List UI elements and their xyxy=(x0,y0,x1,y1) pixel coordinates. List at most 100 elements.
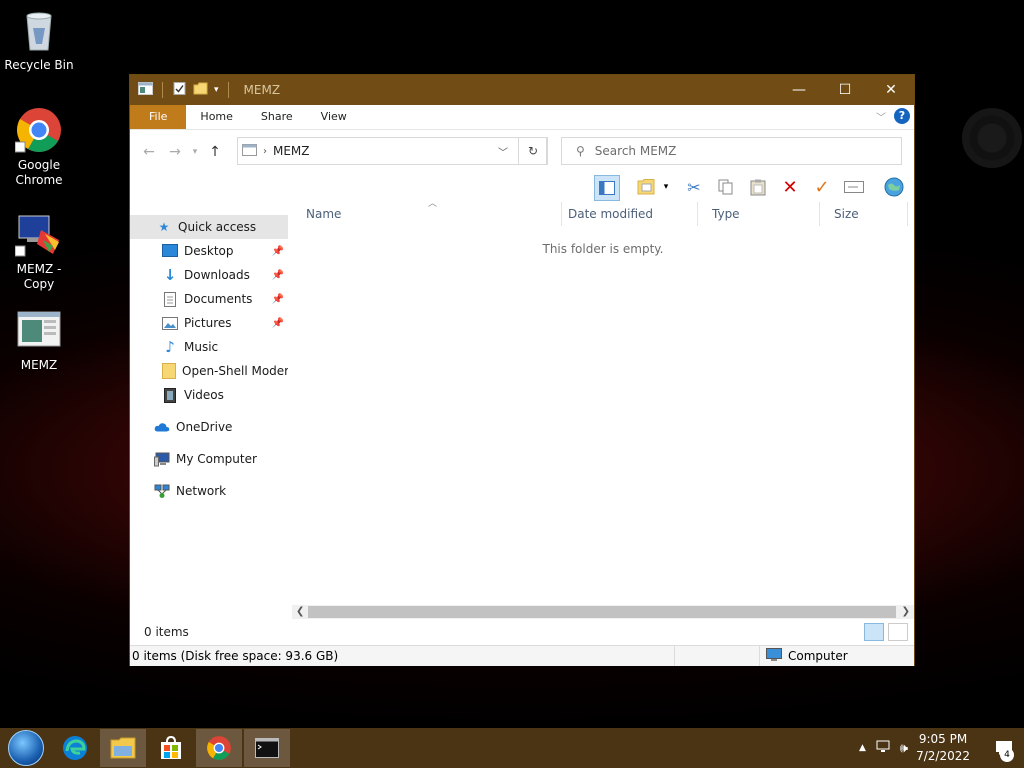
taskbar-command-prompt[interactable] xyxy=(244,729,290,767)
taskbar-edge[interactable] xyxy=(52,729,98,767)
nav-network[interactable]: Network xyxy=(130,479,288,503)
clock[interactable]: 9:05 PM 7/2/2022 xyxy=(916,731,970,765)
search-input[interactable]: ⚲ Search MEMZ xyxy=(561,137,902,165)
nav-label: Pictures xyxy=(184,316,232,330)
location-label: Computer xyxy=(788,649,848,663)
column-headers: ︿ Name Date modified Type Size xyxy=(292,199,914,226)
address-dropdown-icon[interactable]: ﹀ xyxy=(498,144,508,159)
new-folder-icon[interactable] xyxy=(193,82,208,98)
pin-icon[interactable]: 📌 xyxy=(272,270,284,281)
command-toolbar: ▾ ✂ ✕ ✓ xyxy=(130,174,914,202)
command-prompt-icon xyxy=(255,738,279,758)
nav-label: Downloads xyxy=(184,268,250,282)
memz-icon xyxy=(15,306,63,354)
search-placeholder: Search MEMZ xyxy=(594,144,677,158)
film-icon xyxy=(162,387,178,403)
up-button[interactable]: ↑ xyxy=(202,144,228,160)
details-view-button[interactable] xyxy=(864,623,884,641)
expand-ribbon-icon[interactable]: ﹀ xyxy=(876,109,886,124)
globe-icon[interactable] xyxy=(882,175,906,199)
forward-button[interactable]: → xyxy=(162,144,188,160)
pin-icon[interactable]: 📌 xyxy=(272,318,284,329)
pin-icon[interactable]: 📌 xyxy=(272,294,284,305)
nav-open-shell-modern[interactable]: Open-Shell Modern xyxy=(130,359,288,383)
download-arrow-icon: ↓ xyxy=(163,266,177,284)
tab-view[interactable]: View xyxy=(307,105,361,129)
nav-desktop[interactable]: Desktop 📌 xyxy=(130,239,288,263)
taskbar-chrome[interactable] xyxy=(196,729,242,767)
column-date-modified[interactable]: Date modified xyxy=(554,202,698,226)
refresh-button[interactable]: ↻ xyxy=(518,137,548,165)
volume-icon[interactable]: 🕪 xyxy=(900,741,908,756)
show-hidden-icons-icon[interactable]: ▲ xyxy=(859,743,866,753)
nav-label: OneDrive xyxy=(176,420,233,434)
recent-locations-icon[interactable]: ▾ xyxy=(188,147,202,157)
folder-options-icon[interactable] xyxy=(634,175,658,199)
column-size[interactable]: Size xyxy=(820,202,908,226)
nav-videos[interactable]: Videos xyxy=(130,383,288,407)
breadcrumb-chevron-icon: › xyxy=(263,145,267,157)
folder-options-dropdown-icon[interactable]: ▾ xyxy=(660,175,672,199)
maximize-button[interactable]: ☐ xyxy=(822,75,868,105)
delete-icon[interactable]: ✕ xyxy=(778,175,802,199)
taskbar-file-explorer[interactable] xyxy=(100,729,146,767)
nav-documents[interactable]: Documents 📌 xyxy=(130,287,288,311)
nav-music[interactable]: ♪ Music xyxy=(130,335,288,359)
item-count: 0 items xyxy=(144,625,189,639)
nav-label: Open-Shell Modern xyxy=(182,364,288,378)
file-list[interactable]: ︿ Name Date modified Type Size This fold… xyxy=(292,199,914,602)
explorer-window: ▾ MEMZ — ☐ ✕ File Home Share View ﹀ ? ← … xyxy=(129,74,915,666)
minimize-button[interactable]: — xyxy=(776,75,822,105)
nav-downloads[interactable]: ↓ Downloads 📌 xyxy=(130,263,288,287)
properties-icon[interactable] xyxy=(172,82,187,98)
large-icons-view-button[interactable] xyxy=(888,623,908,641)
desktop-icon-google-chrome[interactable]: Google Chrome xyxy=(0,106,78,188)
horizontal-scrollbar[interactable]: ❮ ❯ xyxy=(292,605,914,619)
search-icon: ⚲ xyxy=(576,144,585,158)
cut-icon[interactable]: ✂ xyxy=(682,175,706,199)
desktop-icon-label: MEMZ - Copy xyxy=(16,262,62,291)
start-button[interactable] xyxy=(0,728,52,768)
close-button[interactable]: ✕ xyxy=(868,75,914,105)
taskbar-store[interactable] xyxy=(148,729,194,767)
desktop-icon-memz-copy[interactable]: MEMZ - Copy xyxy=(0,210,78,292)
scrollbar-thumb[interactable] xyxy=(308,606,896,618)
paste-icon[interactable] xyxy=(746,175,770,199)
back-button[interactable]: ← xyxy=(136,144,162,160)
title-bar[interactable]: ▾ MEMZ — ☐ ✕ xyxy=(130,75,914,105)
system-tray: ▲ 🕪 9:05 PM 7/2/2022 4 xyxy=(859,728,1024,768)
status-location: Computer xyxy=(766,647,848,665)
column-type[interactable]: Type xyxy=(698,202,820,226)
nav-onedrive[interactable]: OneDrive xyxy=(130,415,288,439)
pin-icon[interactable]: 📌 xyxy=(272,246,284,257)
rename-icon[interactable] xyxy=(842,175,866,199)
help-button[interactable]: ? xyxy=(894,108,910,124)
preview-pane-button[interactable] xyxy=(594,175,620,201)
desktop-icon-memz[interactable]: MEMZ xyxy=(0,306,78,373)
tab-home[interactable]: Home xyxy=(186,105,246,129)
nav-pictures[interactable]: Pictures 📌 xyxy=(130,311,288,335)
tab-share[interactable]: Share xyxy=(247,105,307,129)
navigation-pane: ★ Quick access Desktop 📌 ↓ Downloads 📌 D… xyxy=(130,215,288,605)
nav-quick-access[interactable]: ★ Quick access xyxy=(130,215,288,239)
action-center-button[interactable]: 4 xyxy=(984,728,1024,768)
copy-icon[interactable] xyxy=(714,175,738,199)
title-separator xyxy=(162,82,163,98)
network-tray-icon[interactable] xyxy=(876,740,892,757)
nav-my-computer[interactable]: My Computer xyxy=(130,447,288,471)
scroll-left-icon[interactable]: ❮ xyxy=(296,605,304,619)
customize-quick-access-icon[interactable]: ▾ xyxy=(214,85,219,95)
column-name[interactable]: Name xyxy=(292,202,562,226)
quick-access-toolbar: ▾ MEMZ xyxy=(130,82,280,98)
scroll-right-icon[interactable]: ❯ xyxy=(902,605,910,619)
address-bar[interactable]: › MEMZ ﹀ xyxy=(237,137,547,165)
window-app-icon[interactable] xyxy=(138,82,153,98)
folder-icon xyxy=(162,363,176,379)
ribbon-tabs: File Home Share View ﹀ ? xyxy=(130,105,914,130)
clock-date: 7/2/2022 xyxy=(916,749,970,763)
desktop-icon-recycle-bin[interactable]: Recycle Bin xyxy=(0,6,78,73)
tab-file[interactable]: File xyxy=(130,105,187,129)
breadcrumb[interactable]: MEMZ xyxy=(273,144,310,158)
checkmark-icon[interactable]: ✓ xyxy=(810,175,834,199)
refresh-icon: ↻ xyxy=(527,144,539,158)
